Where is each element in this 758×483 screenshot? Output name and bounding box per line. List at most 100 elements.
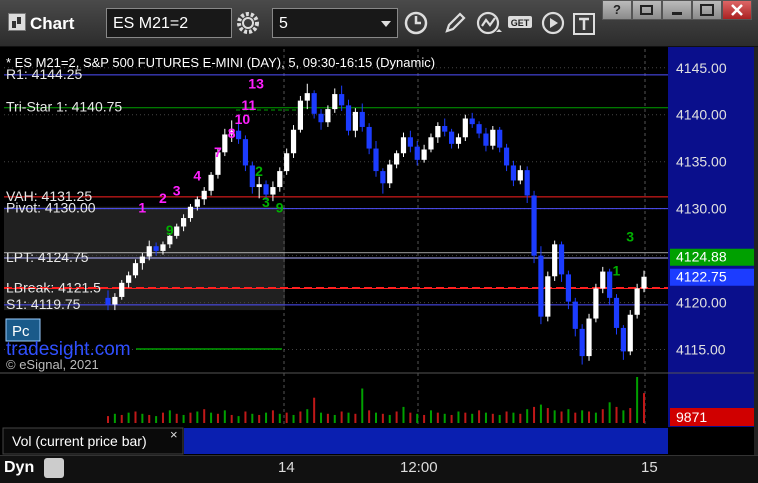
candle-body	[304, 93, 310, 101]
volume-bar	[155, 416, 158, 423]
help-button[interactable]: ?	[602, 0, 632, 20]
count-label: 11	[241, 97, 256, 113]
candle-body	[400, 137, 407, 154]
symbol-value: ES M21=2	[113, 15, 189, 32]
volume-bar	[203, 409, 206, 423]
volume-bar	[395, 411, 398, 423]
candle-body	[510, 165, 517, 181]
volume-bar	[588, 411, 591, 423]
candle-body	[613, 297, 620, 328]
count-label: 9	[166, 222, 174, 238]
volume-bar	[498, 414, 501, 423]
volume-bar	[210, 412, 213, 423]
chart[interactable]: 4145.004140.004135.004130.004125.004120.…	[0, 47, 758, 455]
volume-bar	[423, 414, 426, 423]
volume-bar	[457, 411, 460, 423]
time-axis: Dyn 14 12:00 15	[0, 455, 758, 483]
restore-icon[interactable]	[632, 0, 662, 20]
get-label: GET	[511, 18, 530, 28]
volume-bar	[127, 412, 130, 423]
price-axis-panel	[668, 47, 758, 432]
candle-body	[572, 301, 578, 329]
maximize-icon[interactable]	[692, 0, 722, 20]
volume-bar	[230, 414, 233, 423]
dyn-label[interactable]: Dyn	[4, 459, 34, 477]
dynamic-icon[interactable]	[44, 458, 64, 478]
legend-blue-bar	[184, 428, 668, 454]
interval-select[interactable]: 5	[272, 8, 398, 38]
text-tool-icon[interactable]	[570, 8, 600, 38]
y-tick-label: 4135.00	[676, 154, 727, 170]
clock-icon[interactable]	[401, 8, 431, 38]
candle-body	[394, 153, 400, 165]
volume-bar	[265, 412, 268, 423]
candle-body	[552, 244, 558, 277]
candle-body	[593, 288, 599, 319]
volume-bar	[601, 409, 604, 423]
candle-body	[311, 93, 317, 114]
volume-bar	[574, 412, 577, 423]
candle-body	[277, 171, 283, 188]
count-label: 1	[613, 262, 621, 278]
volume-bar	[361, 388, 364, 423]
play-icon[interactable]	[538, 8, 568, 38]
volume-bar	[161, 412, 164, 423]
count-label: 13	[248, 75, 264, 91]
candle-body	[428, 137, 434, 150]
volume-bar	[539, 404, 542, 423]
candle-body	[256, 184, 262, 188]
volume-bar	[258, 414, 261, 423]
candle-body	[180, 218, 187, 227]
candle-body	[387, 164, 393, 184]
candle-body	[339, 94, 345, 106]
volume-bar	[464, 412, 467, 423]
minimize-icon[interactable]	[662, 0, 692, 20]
volume-bar	[368, 410, 371, 423]
volume-bar	[546, 408, 549, 423]
candle-body	[421, 149, 427, 160]
candle-body	[634, 288, 640, 315]
get-data-icon[interactable]: GET	[506, 8, 536, 38]
candle-body	[270, 187, 276, 195]
pencil-icon[interactable]	[440, 8, 470, 38]
count-label: 10	[235, 111, 251, 127]
candle-body	[483, 133, 489, 146]
y-tick-label: 4115.00	[676, 342, 726, 358]
chart-title: * ES M21=2, S&P 500 FUTURES E-MINI (DAY)…	[6, 55, 435, 70]
candle-body	[565, 274, 572, 302]
volume-bar	[354, 413, 357, 423]
candle-body	[146, 246, 152, 257]
legend-close-icon: ×	[170, 427, 178, 442]
volume-bar	[450, 414, 453, 423]
candle-body	[297, 100, 304, 130]
volume-bar	[189, 412, 192, 423]
candle-body	[105, 297, 111, 305]
study-icon[interactable]	[474, 8, 504, 38]
volume-bar	[271, 410, 274, 423]
close-icon[interactable]	[722, 0, 752, 20]
candle-body	[545, 276, 551, 317]
volume-bar	[175, 413, 178, 423]
volume-bar	[148, 414, 151, 423]
candle-body	[132, 263, 139, 276]
count-label: 1	[138, 199, 146, 215]
volume-bar	[285, 412, 288, 423]
candle-body	[352, 111, 358, 131]
volume-bar	[436, 412, 439, 423]
volume-bar	[141, 413, 144, 423]
volume-bar	[478, 410, 481, 423]
candle-body	[208, 174, 214, 191]
candle-body	[524, 170, 530, 196]
volume-bar	[299, 411, 302, 423]
symbol-input[interactable]: ES M21=2	[106, 8, 232, 38]
candle-body	[380, 171, 386, 184]
interval-value: 5	[279, 15, 288, 32]
count-label: 8	[228, 125, 236, 141]
volume-bar	[347, 412, 350, 423]
gear-icon[interactable]	[233, 8, 263, 38]
candle-body	[462, 118, 468, 138]
y-tick-label: 4145.00	[676, 60, 727, 76]
candle-body	[235, 130, 242, 140]
chevron-down-icon	[381, 21, 391, 27]
candle-body	[517, 170, 523, 181]
